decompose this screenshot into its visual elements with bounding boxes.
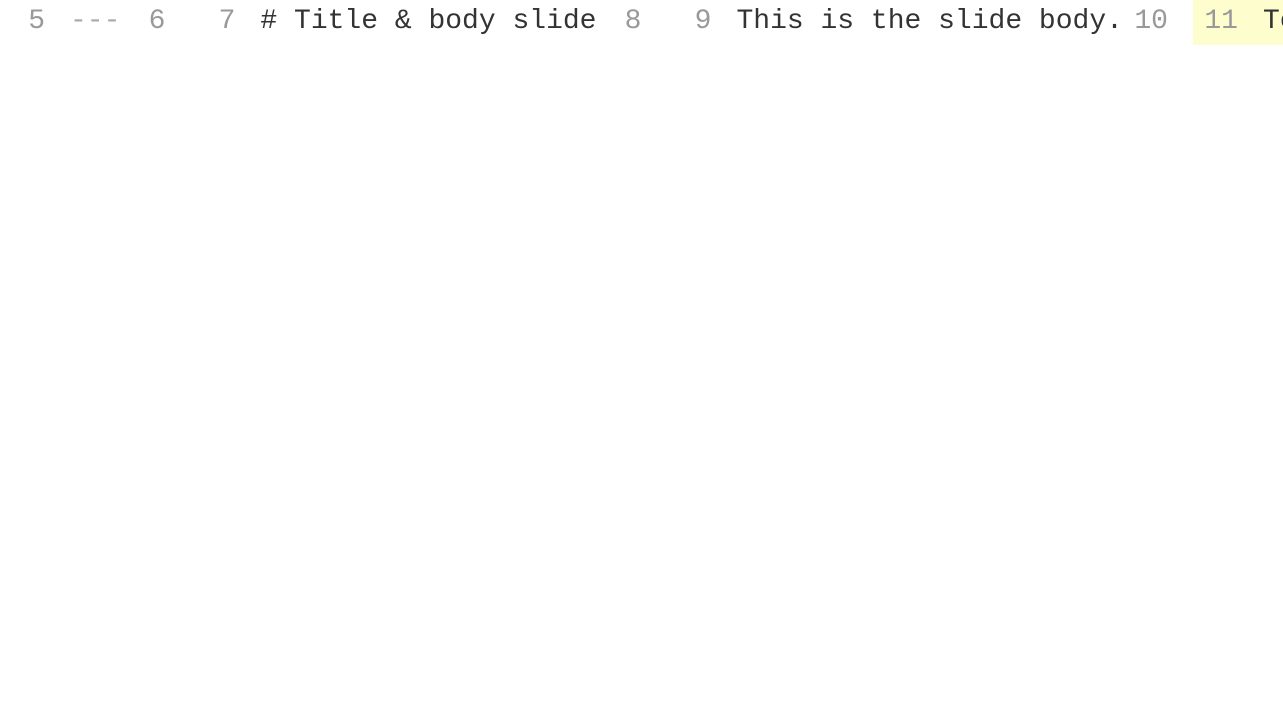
editor-line[interactable]: 11Text can be styled for: [1193,0,1283,45]
line-content[interactable]: Text can be styled for: [1263,0,1283,45]
line-number: 5 [0,0,70,45]
code-editor[interactable]: 5---67# Title & body slide89This is the … [0,0,1283,45]
line-number: 10 [1123,0,1193,45]
editor-line[interactable]: 6 [120,0,190,45]
line-number: 6 [120,0,190,45]
line-content[interactable]: This is the slide body. [736,0,1122,45]
code-text: Text can be styled for: [1263,6,1283,37]
editor-line[interactable]: 10 [1123,0,1193,45]
line-number: 8 [596,0,666,45]
line-content[interactable]: # Title & body slide [260,0,596,45]
code-text: This is the slide body. [736,6,1122,37]
line-number: 9 [666,0,736,45]
editor-line[interactable]: 9This is the slide body. [666,0,1122,45]
line-content[interactable]: --- [70,0,120,45]
editor-line[interactable]: 5--- [0,0,120,45]
code-text: # Title & body slide [260,6,596,37]
code-text: --- [70,6,120,37]
editor-line[interactable]: 7# Title & body slide [190,0,596,45]
line-number: 7 [190,0,260,45]
editor-line[interactable]: 8 [596,0,666,45]
line-number: 11 [1193,0,1263,45]
